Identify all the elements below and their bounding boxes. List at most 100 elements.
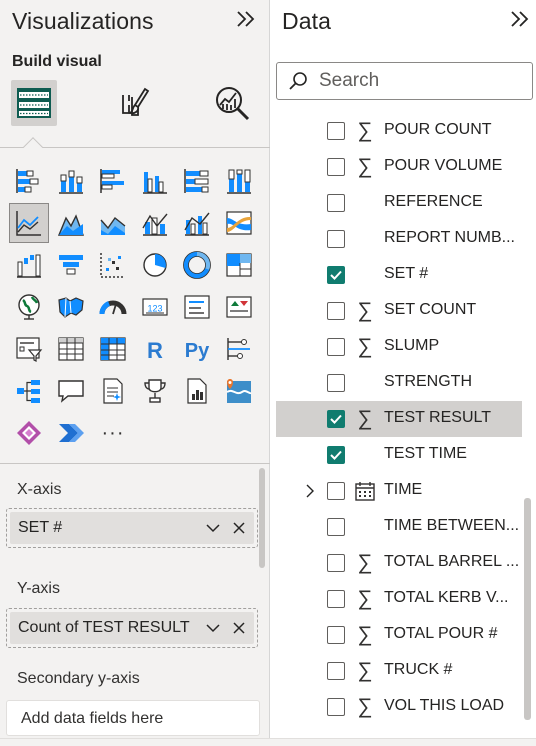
close-icon[interactable] [230,619,248,637]
chevron-down-icon[interactable] [204,619,222,637]
kpi-icon[interactable] [220,288,258,326]
gauge-icon[interactable] [94,288,132,326]
metrics-trophy-icon[interactable] [136,372,174,410]
100-stacked-column-chart-icon[interactable] [220,162,258,200]
funnel-chart-icon[interactable] [52,246,90,284]
field-checkbox[interactable] [327,446,345,464]
field-row[interactable]: TIME [276,473,522,509]
matrix-icon[interactable] [94,330,132,368]
field-row[interactable]: TEST TIME [276,437,522,473]
field-checkbox[interactable] [327,266,345,284]
wells-scrollbar[interactable] [259,468,265,568]
clustered-column-chart-icon[interactable] [136,162,174,200]
field-checkbox[interactable] [327,374,345,392]
y-axis-field-pill[interactable]: Count of TEST RESULT [10,612,254,644]
field-checkbox[interactable] [327,482,345,500]
analytics-button[interactable] [209,80,255,126]
decomposition-tree-icon[interactable] [10,372,48,410]
field-row[interactable]: REFERENCE [276,185,522,221]
chevron-down-icon[interactable] [204,519,222,537]
x-axis-well[interactable]: SET # [6,508,258,548]
line-and-clustered-column-chart-icon[interactable] [178,204,216,242]
field-name: TOTAL BARREL ... [384,553,520,570]
qa-visual-icon[interactable] [52,372,90,410]
key-influencers-icon[interactable] [220,330,258,368]
table-icon[interactable] [52,330,90,368]
field-row[interactable]: ∑ VOL THIS LOAD [276,689,522,725]
100-stacked-bar-chart-icon[interactable] [178,162,216,200]
active-mode-caret [23,137,43,157]
python-visual-icon[interactable]: Py [178,330,216,368]
field-row[interactable]: SET # [276,257,522,293]
close-icon[interactable] [230,519,248,537]
field-row[interactable]: ∑ POUR VOLUME [276,149,522,185]
field-name: REFERENCE [384,193,483,210]
build-visual-label: Build visual [12,53,102,70]
waterfall-chart-icon[interactable] [10,246,48,284]
field-row[interactable]: ∑ SET COUNT [276,293,522,329]
r-script-visual-icon[interactable]: R [136,330,174,368]
field-checkbox[interactable] [327,554,345,572]
field-checkbox[interactable] [327,122,345,140]
field-row[interactable]: TIME BETWEEN... [276,509,522,545]
sigma-icon: ∑ [357,119,373,142]
field-checkbox[interactable] [327,518,345,536]
double-chevron-right-icon[interactable] [508,8,532,36]
clustered-bar-chart-icon[interactable] [94,162,132,200]
field-checkbox[interactable] [327,158,345,176]
field-checkbox[interactable] [327,230,345,248]
field-checkbox[interactable] [327,194,345,212]
field-checkbox[interactable] [327,662,345,680]
x-axis-label: X-axis [17,481,62,498]
scatter-chart-icon[interactable] [94,246,132,284]
treemap-icon[interactable] [220,246,258,284]
ribbon-chart-icon[interactable] [220,204,258,242]
format-visual-button[interactable] [112,80,158,126]
field-row[interactable]: ∑ SLUMP [276,329,522,365]
y-axis-well[interactable]: Count of TEST RESULT [6,608,258,648]
search-icon [289,72,307,90]
search-input[interactable]: Search [276,62,533,100]
secondary-y-axis-well[interactable]: Add data fields here [6,700,260,736]
card-icon[interactable]: 123 [136,288,174,326]
paginated-report-icon[interactable] [178,372,216,410]
stacked-bar-chart-icon[interactable] [10,162,48,200]
donut-chart-icon[interactable] [178,246,216,284]
field-checkbox[interactable] [327,626,345,644]
field-name: TIME [384,481,423,498]
line-chart-icon[interactable] [9,203,49,243]
field-name: TOTAL KERB V... [384,589,509,606]
field-row[interactable]: ∑ TOTAL KERB V... [276,581,522,617]
field-checkbox[interactable] [327,338,345,356]
chevron-right-icon[interactable] [302,483,318,499]
stacked-area-chart-icon[interactable] [94,204,132,242]
pie-chart-icon[interactable] [136,246,174,284]
power-apps-icon[interactable] [10,414,48,452]
field-checkbox[interactable] [327,302,345,320]
azure-map-icon[interactable] [220,372,258,410]
field-row[interactable]: ∑ TOTAL BARREL ... [276,545,522,581]
slicer-icon[interactable] [10,330,48,368]
power-automate-icon[interactable] [52,414,90,452]
field-row[interactable]: ∑ TOTAL POUR # [276,617,522,653]
data-pane-scrollbar[interactable] [524,498,531,720]
filled-map-icon[interactable] [52,288,90,326]
more-visuals-icon[interactable]: ··· [94,414,132,452]
line-and-stacked-column-chart-icon[interactable] [136,204,174,242]
area-chart-icon[interactable] [52,204,90,242]
build-visual-button[interactable] [11,80,57,126]
x-axis-field-pill[interactable]: SET # [10,512,254,544]
smart-narrative-icon[interactable] [94,372,132,410]
field-row[interactable]: ∑ POUR COUNT [276,113,522,149]
field-checkbox[interactable] [327,698,345,716]
field-row[interactable]: STRENGTH [276,365,522,401]
map-icon[interactable] [10,288,48,326]
field-checkbox[interactable] [327,410,345,428]
field-row[interactable]: ∑ TRUCK # [276,653,522,689]
field-row[interactable]: REPORT NUMB... [276,221,522,257]
field-checkbox[interactable] [327,590,345,608]
field-row[interactable]: ∑ TEST RESULT [276,401,522,437]
multi-row-card-icon[interactable] [178,288,216,326]
stacked-column-chart-icon[interactable] [52,162,90,200]
double-chevron-right-icon[interactable] [234,8,258,36]
